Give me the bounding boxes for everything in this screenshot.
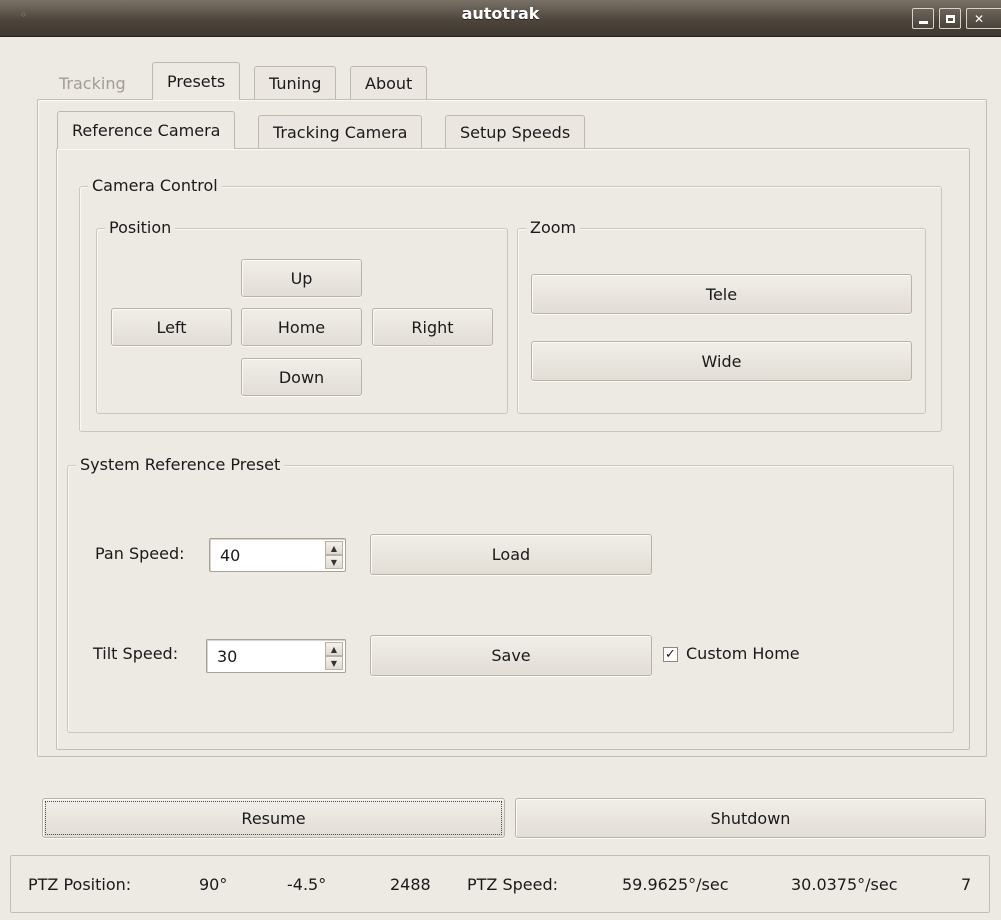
custom-home-checkbox[interactable]: ✓ — [663, 647, 678, 662]
ptz-pan-value: 90° — [199, 875, 228, 894]
tele-button[interactable]: Tele — [531, 274, 912, 314]
tilt-speed-label: Tilt Speed: — [93, 644, 179, 663]
status-bar: PTZ Position: 90° -4.5° 2488 PTZ Speed: … — [10, 855, 990, 913]
spin-up-icon[interactable]: ▲ — [325, 642, 343, 656]
tab-presets[interactable]: Presets — [152, 62, 241, 100]
ptz-position-label: PTZ Position: — [28, 875, 132, 894]
title-bar[interactable]: ◦ autotrak ✕ — [0, 0, 1001, 37]
pan-speed-spinbox[interactable]: 40 ▲ ▼ — [209, 538, 346, 572]
minimize-button[interactable] — [912, 8, 934, 29]
ptz-zoom-value: 2488 — [390, 875, 431, 894]
tilt-speed-spinbox[interactable]: 30 ▲ ▼ — [206, 639, 346, 673]
maximize-button[interactable] — [939, 8, 961, 29]
close-button[interactable]: ✕ — [966, 8, 1001, 29]
shutdown-button[interactable]: Shutdown — [515, 798, 986, 838]
left-button[interactable]: Left — [111, 308, 232, 346]
right-button[interactable]: Right — [372, 308, 493, 346]
down-button[interactable]: Down — [241, 358, 362, 396]
resume-button[interactable]: Resume — [42, 798, 505, 838]
ptz-tilt-speed-value: 30.0375°/sec — [791, 875, 898, 894]
spin-down-icon[interactable]: ▼ — [325, 555, 343, 569]
save-button[interactable]: Save — [370, 635, 652, 676]
tab-setup-speeds[interactable]: Setup Speeds — [445, 115, 586, 149]
tab-tracking: Tracking — [59, 74, 126, 93]
wide-button[interactable]: Wide — [531, 341, 912, 381]
load-button[interactable]: Load — [370, 534, 652, 575]
camera-control-title: Camera Control — [88, 176, 222, 196]
maximize-icon — [945, 14, 955, 23]
pan-speed-stepper[interactable]: ▲ ▼ — [325, 541, 343, 569]
position-title: Position — [105, 218, 176, 238]
tab-about[interactable]: About — [350, 66, 428, 100]
tilt-speed-stepper[interactable]: ▲ ▼ — [325, 642, 343, 670]
ptz-speed-label: PTZ Speed: — [467, 875, 559, 894]
pan-speed-value[interactable]: 40 — [220, 546, 240, 565]
system-reference-preset-group: System Reference Preset — [67, 455, 954, 733]
zoom-title: Zoom — [526, 218, 581, 238]
ptz-zoom-speed-value: 7 — [961, 875, 972, 894]
system-reference-preset-title: System Reference Preset — [76, 455, 285, 475]
custom-home-label[interactable]: Custom Home — [686, 644, 800, 663]
tab-tuning[interactable]: Tuning — [254, 66, 337, 100]
minimize-icon — [918, 21, 928, 24]
tab-reference-camera[interactable]: Reference Camera — [57, 111, 236, 149]
ptz-pan-speed-value: 59.9625°/sec — [622, 875, 729, 894]
window-title: autotrak — [461, 4, 540, 23]
home-button[interactable]: Home — [241, 308, 362, 346]
tab-tracking-camera[interactable]: Tracking Camera — [258, 115, 423, 149]
ptz-tilt-value: -4.5° — [287, 875, 327, 894]
checkmark-icon: ✓ — [665, 647, 676, 662]
pan-speed-label: Pan Speed: — [95, 544, 185, 563]
up-button[interactable]: Up — [241, 259, 362, 297]
spin-up-icon[interactable]: ▲ — [325, 541, 343, 555]
spin-down-icon[interactable]: ▼ — [325, 656, 343, 670]
close-icon: ✕ — [974, 11, 985, 26]
tilt-speed-value[interactable]: 30 — [217, 647, 237, 666]
zoom-group: Zoom — [517, 218, 926, 414]
